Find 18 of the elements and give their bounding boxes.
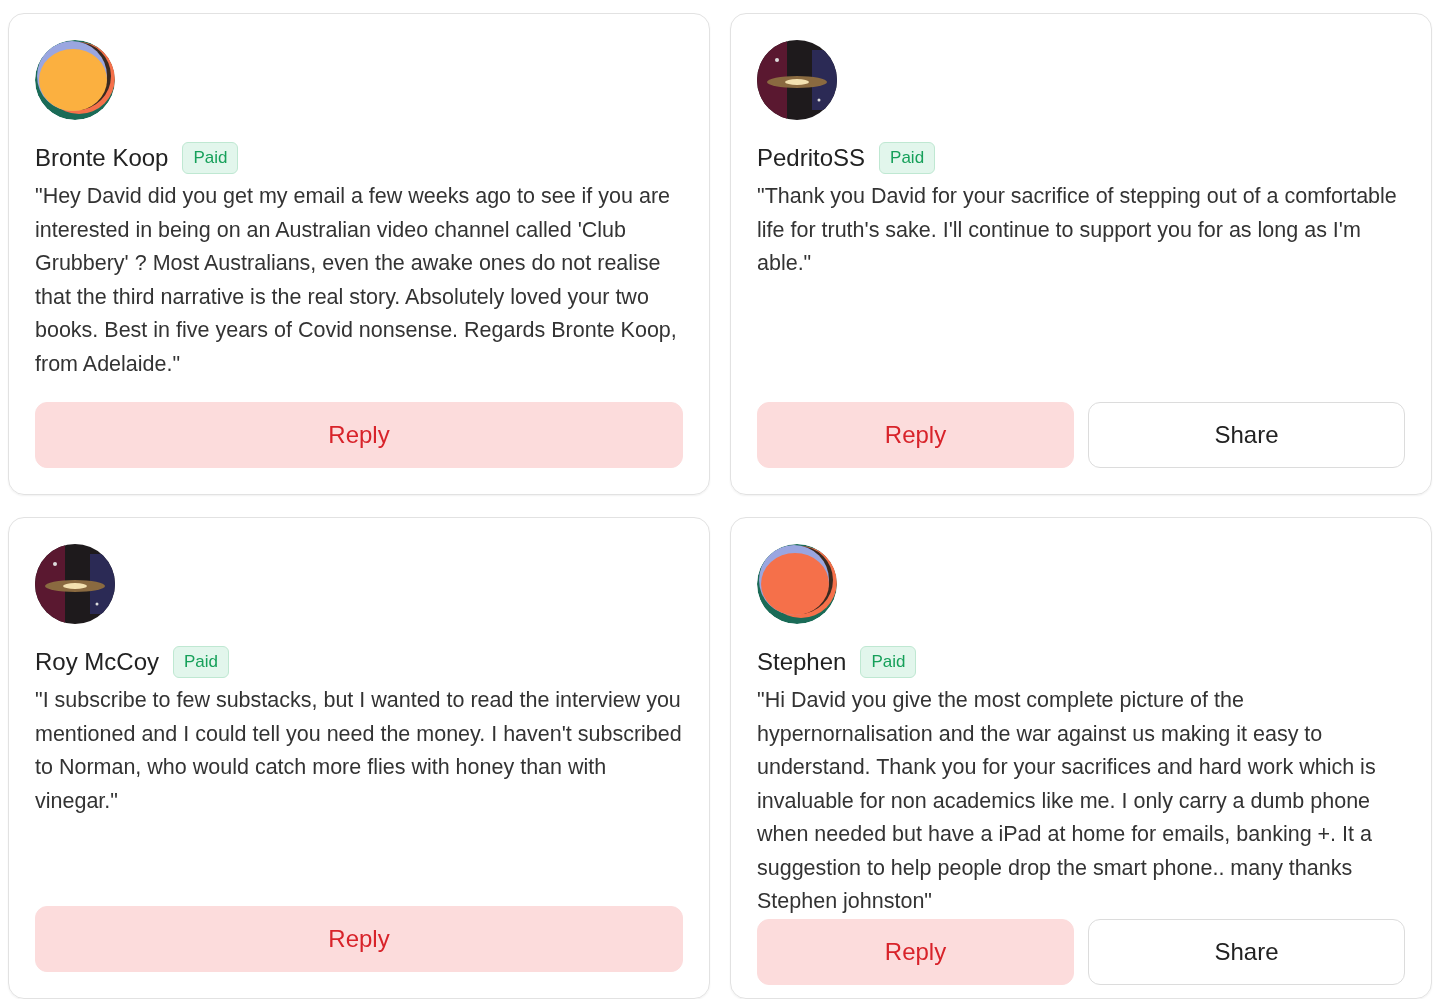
paid-badge: Paid [173, 646, 230, 678]
reply-button[interactable]: Reply [35, 906, 683, 972]
reply-button[interactable]: Reply [757, 402, 1074, 468]
comment-text: "Hi David you give the most complete picture of the hypernornalisation and the war against us making it easy to understand. Thank you for your sacrifices and hard work which is invaluable for non academics like me. I only carry a dumb phone when needed but have a iPad at home for emails, banking +. It a suggestion to help people drop the smart phone.. many thanks Stephen johnston" [757, 687, 1377, 915]
commenter-name: PedritoSS [757, 144, 866, 172]
paid-badge: Paid [182, 142, 239, 174]
commenter-name: Roy McCoy [35, 648, 160, 676]
paid-badge: Paid [860, 646, 917, 678]
share-button[interactable]: Share [1088, 402, 1405, 468]
commenter-name: Bronte Koop [35, 144, 169, 172]
reply-button[interactable]: Reply [757, 918, 1074, 985]
share-button[interactable]: Share [1088, 918, 1405, 985]
paid-badge: Paid [879, 142, 936, 174]
commenter-name: Stephen [757, 648, 847, 676]
comment-text: "Hey David did you get my email a few weeks ago to see if you are interested in being on an Australian video channel called 'Club Grubbery' ? Most Australians, even the awake ones do not realise that the third narrative is the real story. Absolutely loved your two books. Best in five years of Covid nonsense. Regards Bronte Koop, from Adelaide." [35, 183, 678, 378]
comment-text: "Thank you David for your sacrifice of stepping out of a comfortable life for truth's sake. I'll continue to support you for as long as I'm able." [757, 183, 1398, 277]
reply-button[interactable]: Reply [35, 402, 683, 468]
comment-text: "I subscribe to few substacks, but I wanted to read the interview you mentioned and I could tell you need the money. I haven't subscribed to Norman, who would catch more flies with honey than with vinegar." [35, 687, 683, 815]
